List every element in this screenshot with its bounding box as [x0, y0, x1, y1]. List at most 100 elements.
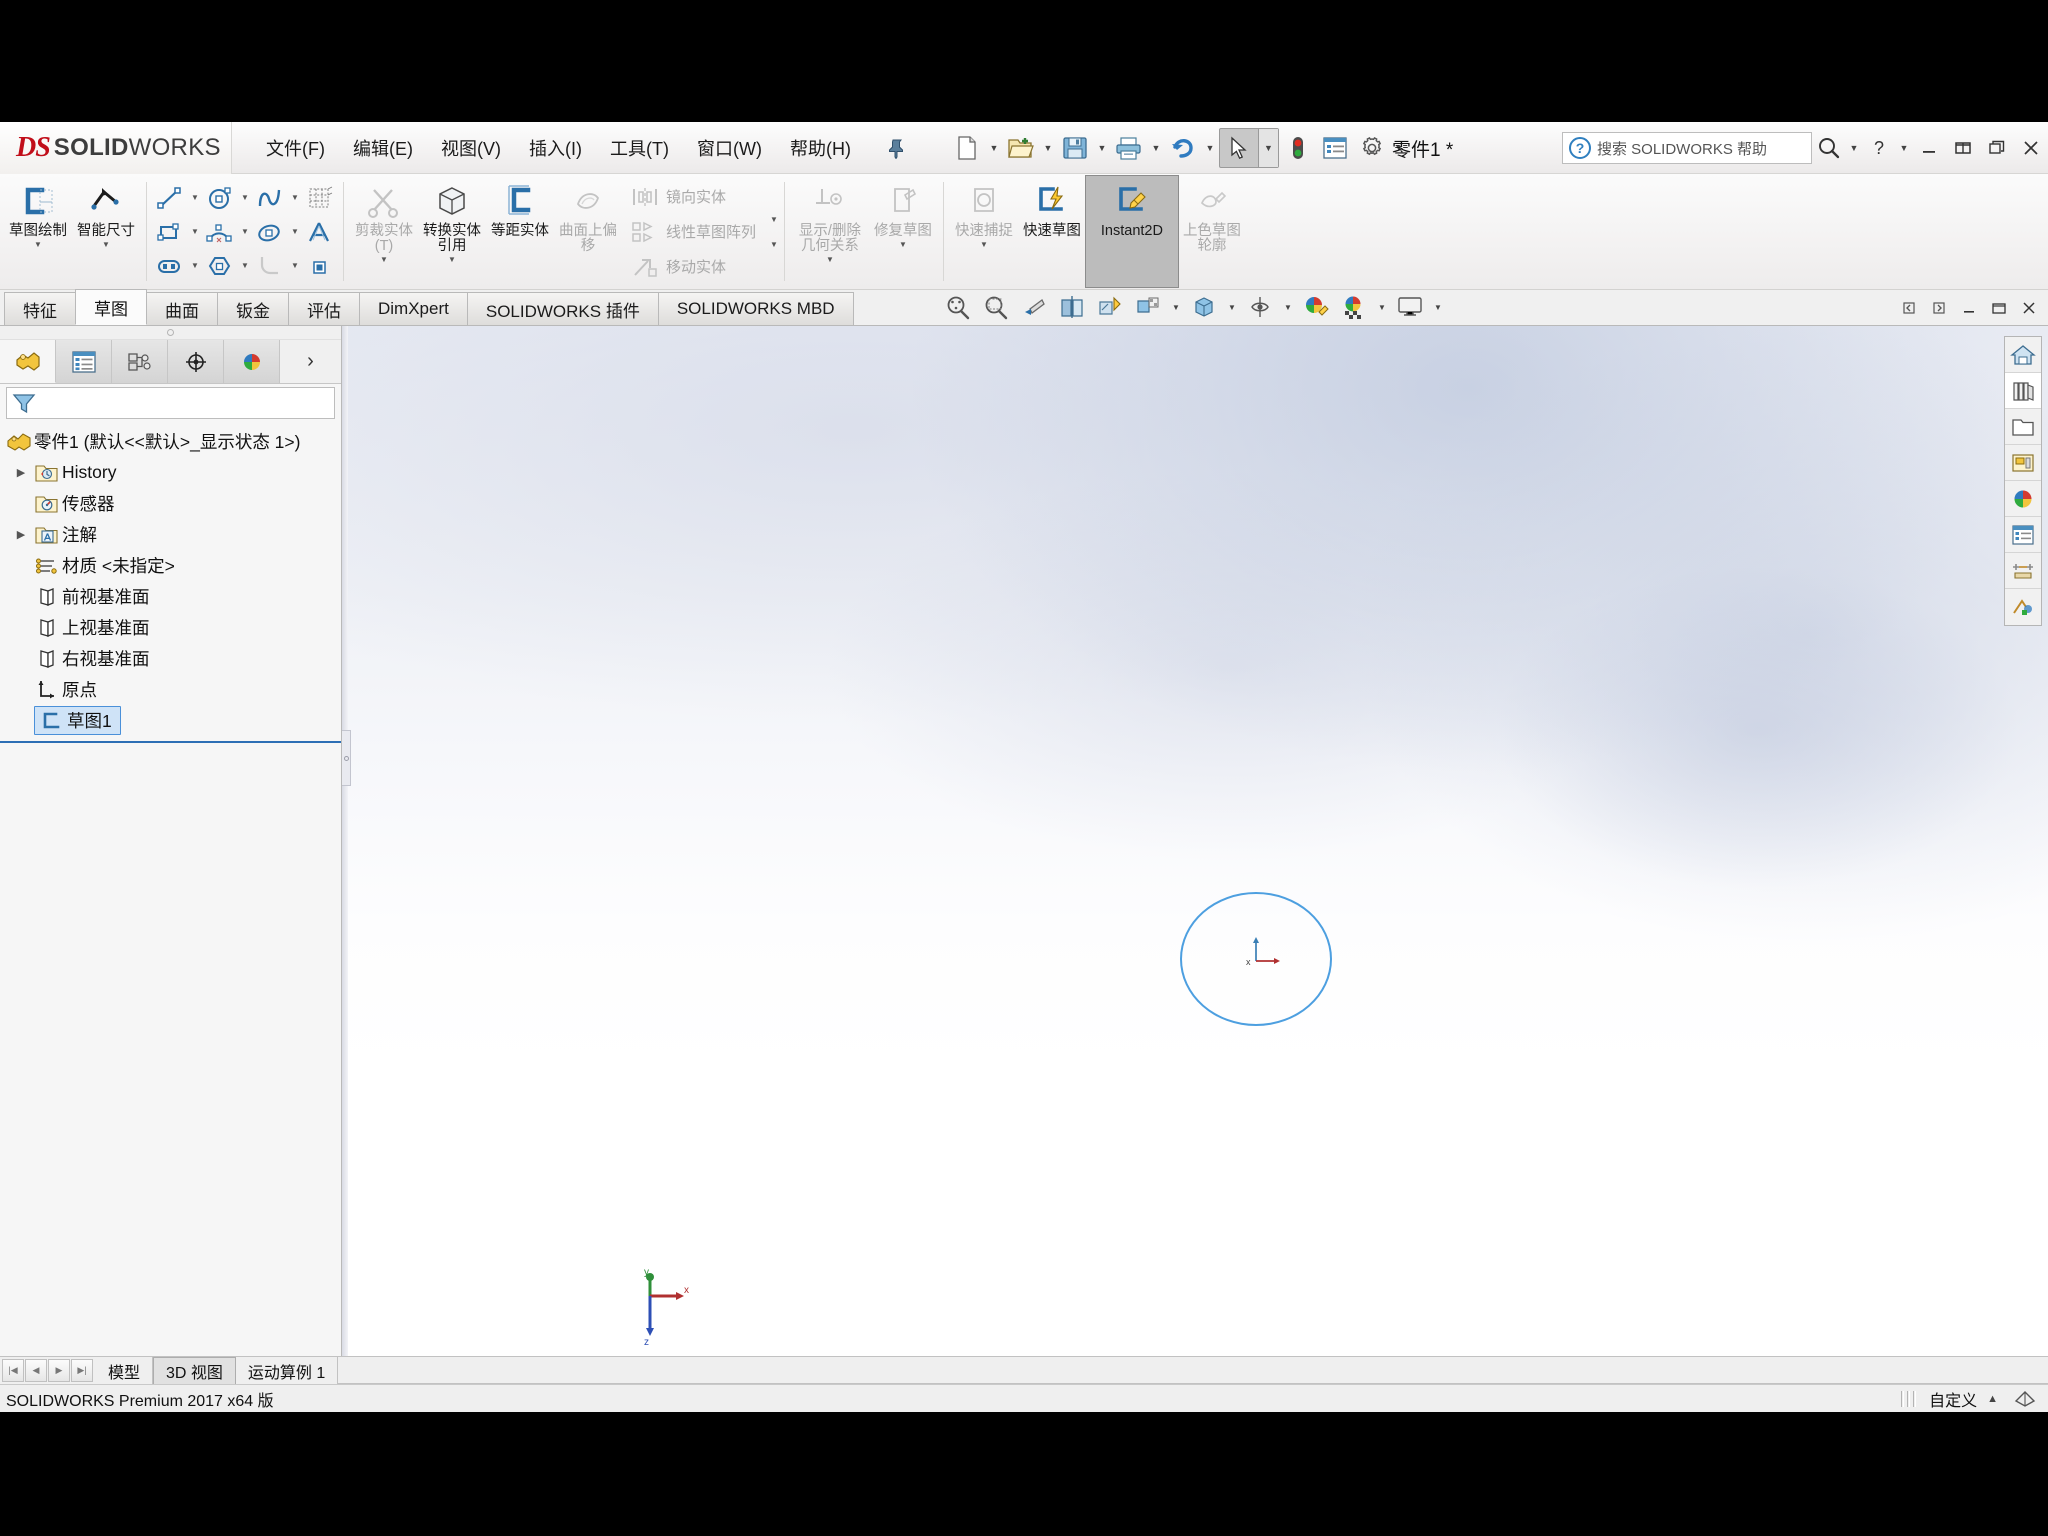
save-button[interactable] — [1057, 129, 1093, 167]
tab-solidworks-mbd[interactable]: SOLIDWORKS MBD — [657, 292, 854, 325]
tree-node-material[interactable]: 材质 <未指定> — [0, 550, 341, 581]
doc-prev-button[interactable] — [1894, 293, 1924, 323]
feature-manager-tab[interactable] — [0, 340, 56, 383]
solidworks-logo[interactable]: DS SOLIDWORKS — [0, 121, 232, 174]
maximize-icon[interactable] — [1980, 129, 2014, 167]
spline-tool-caret[interactable]: ▼ — [287, 182, 303, 214]
bottom-tab-motion-study-1[interactable]: 运动算例 1 — [236, 1357, 339, 1384]
arc-tool[interactable] — [203, 216, 237, 248]
restore-icon[interactable] — [1946, 129, 1980, 167]
last-tab-button[interactable]: ▶| — [71, 1359, 93, 1382]
view-settings-caret[interactable]: ▼ — [1224, 290, 1240, 324]
undo-button[interactable] — [1165, 129, 1201, 167]
fillet-tool-caret[interactable]: ▼ — [287, 250, 303, 282]
trim-entities-caret[interactable]: ▼ — [380, 255, 388, 264]
scene-palette-caret[interactable]: ▼ — [1374, 290, 1390, 324]
smart-dimension-caret[interactable]: ▼ — [102, 240, 110, 249]
open-document-dropdown[interactable]: ▼ — [1040, 129, 1056, 167]
search-input[interactable]: ? 搜索 SOLIDWORKS 帮助 — [1562, 132, 1812, 164]
tree-node-annotations[interactable]: ▶ 注解 — [0, 519, 341, 550]
new-document-dropdown[interactable]: ▼ — [986, 129, 1002, 167]
rectangle-tool[interactable] — [153, 216, 187, 248]
next-tab-button[interactable]: ▶ — [48, 1359, 70, 1382]
property-manager-tab[interactable] — [56, 340, 112, 383]
annotations-expander[interactable]: ▶ — [10, 528, 32, 541]
rollback-bar[interactable] — [0, 740, 341, 743]
quick-snaps-caret[interactable]: ▼ — [980, 240, 988, 249]
magnifier-icon[interactable] — [1812, 129, 1846, 167]
menu-edit[interactable]: 编辑(E) — [339, 129, 427, 167]
menu-file[interactable]: 文件(F) — [252, 129, 339, 167]
repair-sketch-caret[interactable]: ▼ — [899, 240, 907, 249]
customize-label[interactable]: 自定义 — [1929, 1387, 1977, 1411]
solidworks-forum-button[interactable] — [2005, 553, 2041, 589]
view-home-button[interactable] — [2005, 337, 2041, 373]
dimxpert-manager-tab[interactable] — [168, 340, 224, 383]
repair-sketch-button[interactable]: 修复草图 ▼ — [869, 176, 937, 287]
arc-tool-caret[interactable]: ▼ — [237, 216, 253, 248]
pushpin-icon[interactable] — [883, 135, 909, 161]
previous-view-icon[interactable] — [1016, 290, 1052, 324]
file-explorer-button[interactable] — [2005, 409, 2041, 445]
panel-collapse-grip[interactable] — [0, 326, 341, 340]
view-settings-cube-icon[interactable] — [1186, 290, 1222, 324]
apply-scene-icon[interactable] — [1298, 290, 1334, 324]
bottom-tab-3d-views[interactable]: 3D 视图 — [153, 1357, 236, 1384]
slot-tool-caret[interactable]: ▼ — [187, 250, 203, 282]
relations-caret[interactable]: ▼ — [826, 255, 834, 264]
solidworks-resources-button[interactable] — [2005, 589, 2041, 625]
select-tool-button[interactable] — [1220, 129, 1258, 167]
trim-entities-button[interactable]: 剪裁实体(T) ▼ — [350, 176, 418, 287]
doc-next-button[interactable] — [1924, 293, 1954, 323]
hide-show-caret[interactable]: ▼ — [1280, 290, 1296, 324]
gear-icon[interactable] — [1354, 129, 1390, 167]
rapid-sketch-button[interactable]: 快速草图 — [1018, 176, 1086, 287]
circle-tool[interactable] — [203, 182, 237, 214]
customize-caret-icon[interactable]: ▲ — [1987, 1393, 1998, 1405]
sketch-fillet-icon[interactable] — [253, 250, 287, 282]
ellipse-tool-caret[interactable]: ▼ — [287, 216, 303, 248]
viewport-caret[interactable]: ▼ — [1430, 290, 1446, 324]
rectangle-tool-caret[interactable]: ▼ — [187, 216, 203, 248]
open-document-button[interactable] — [1003, 129, 1039, 167]
hide-show-eye-icon[interactable] — [1242, 290, 1278, 324]
tree-node-front-plane[interactable]: 前视基准面 — [0, 581, 341, 612]
zoom-fit-icon[interactable] — [940, 290, 976, 324]
line-tool-caret[interactable]: ▼ — [187, 182, 203, 214]
minimize-icon[interactable] — [1912, 129, 1946, 167]
graphics-area[interactable]: x y x z — [342, 326, 2048, 1356]
menu-insert[interactable]: 插入(I) — [515, 129, 596, 167]
tree-node-right-plane[interactable]: 右视基准面 — [0, 643, 341, 674]
graphics-splitter-handle[interactable] — [342, 730, 351, 786]
bottom-tab-model[interactable]: 模型 — [96, 1357, 154, 1384]
view-orientation-icon[interactable] — [1092, 290, 1128, 324]
view-palette-button[interactable] — [2005, 445, 2041, 481]
line-tool[interactable] — [153, 182, 187, 214]
tab-dimxpert[interactable]: DimXpert — [359, 292, 468, 325]
slot-tool[interactable] — [153, 250, 187, 282]
chevron-right-icon[interactable]: › — [280, 340, 341, 383]
tab-solidworks-addins[interactable]: SOLIDWORKS 插件 — [466, 292, 659, 325]
undo-dropdown[interactable]: ▼ — [1202, 129, 1218, 167]
polygon-tool-caret[interactable]: ▼ — [237, 250, 253, 282]
search-dropdown[interactable]: ▼ — [1846, 129, 1862, 167]
help-button[interactable]: ? — [1862, 129, 1896, 167]
print-dropdown[interactable]: ▼ — [1148, 129, 1164, 167]
spline-tool[interactable] — [253, 182, 287, 214]
pattern-caret-2[interactable]: ▼ — [766, 232, 782, 257]
scene-palette-icon[interactable] — [1336, 290, 1372, 324]
tab-sketch[interactable]: 草图 — [75, 289, 147, 325]
tree-node-part[interactable]: 零件1 (默认<<默认>_显示状态 1>) — [0, 426, 341, 457]
convert-entities-caret[interactable]: ▼ — [448, 255, 456, 264]
menu-tools[interactable]: 工具(T) — [596, 129, 683, 167]
offset-entities-button[interactable]: 等距实体 — [486, 176, 554, 287]
circle-tool-caret[interactable]: ▼ — [237, 182, 253, 214]
prev-tab-button[interactable]: ◀ — [25, 1359, 47, 1382]
select-tool-split-button[interactable]: ▼ — [1218, 127, 1279, 168]
overlay-icon[interactable] — [2012, 1387, 2038, 1411]
design-library-button[interactable] — [2005, 373, 2041, 409]
menu-help[interactable]: 帮助(H) — [776, 129, 865, 167]
tab-sheet-metal[interactable]: 钣金 — [217, 292, 289, 325]
polygon-tool[interactable] — [203, 250, 237, 282]
tree-node-history[interactable]: ▶ History — [0, 457, 341, 488]
